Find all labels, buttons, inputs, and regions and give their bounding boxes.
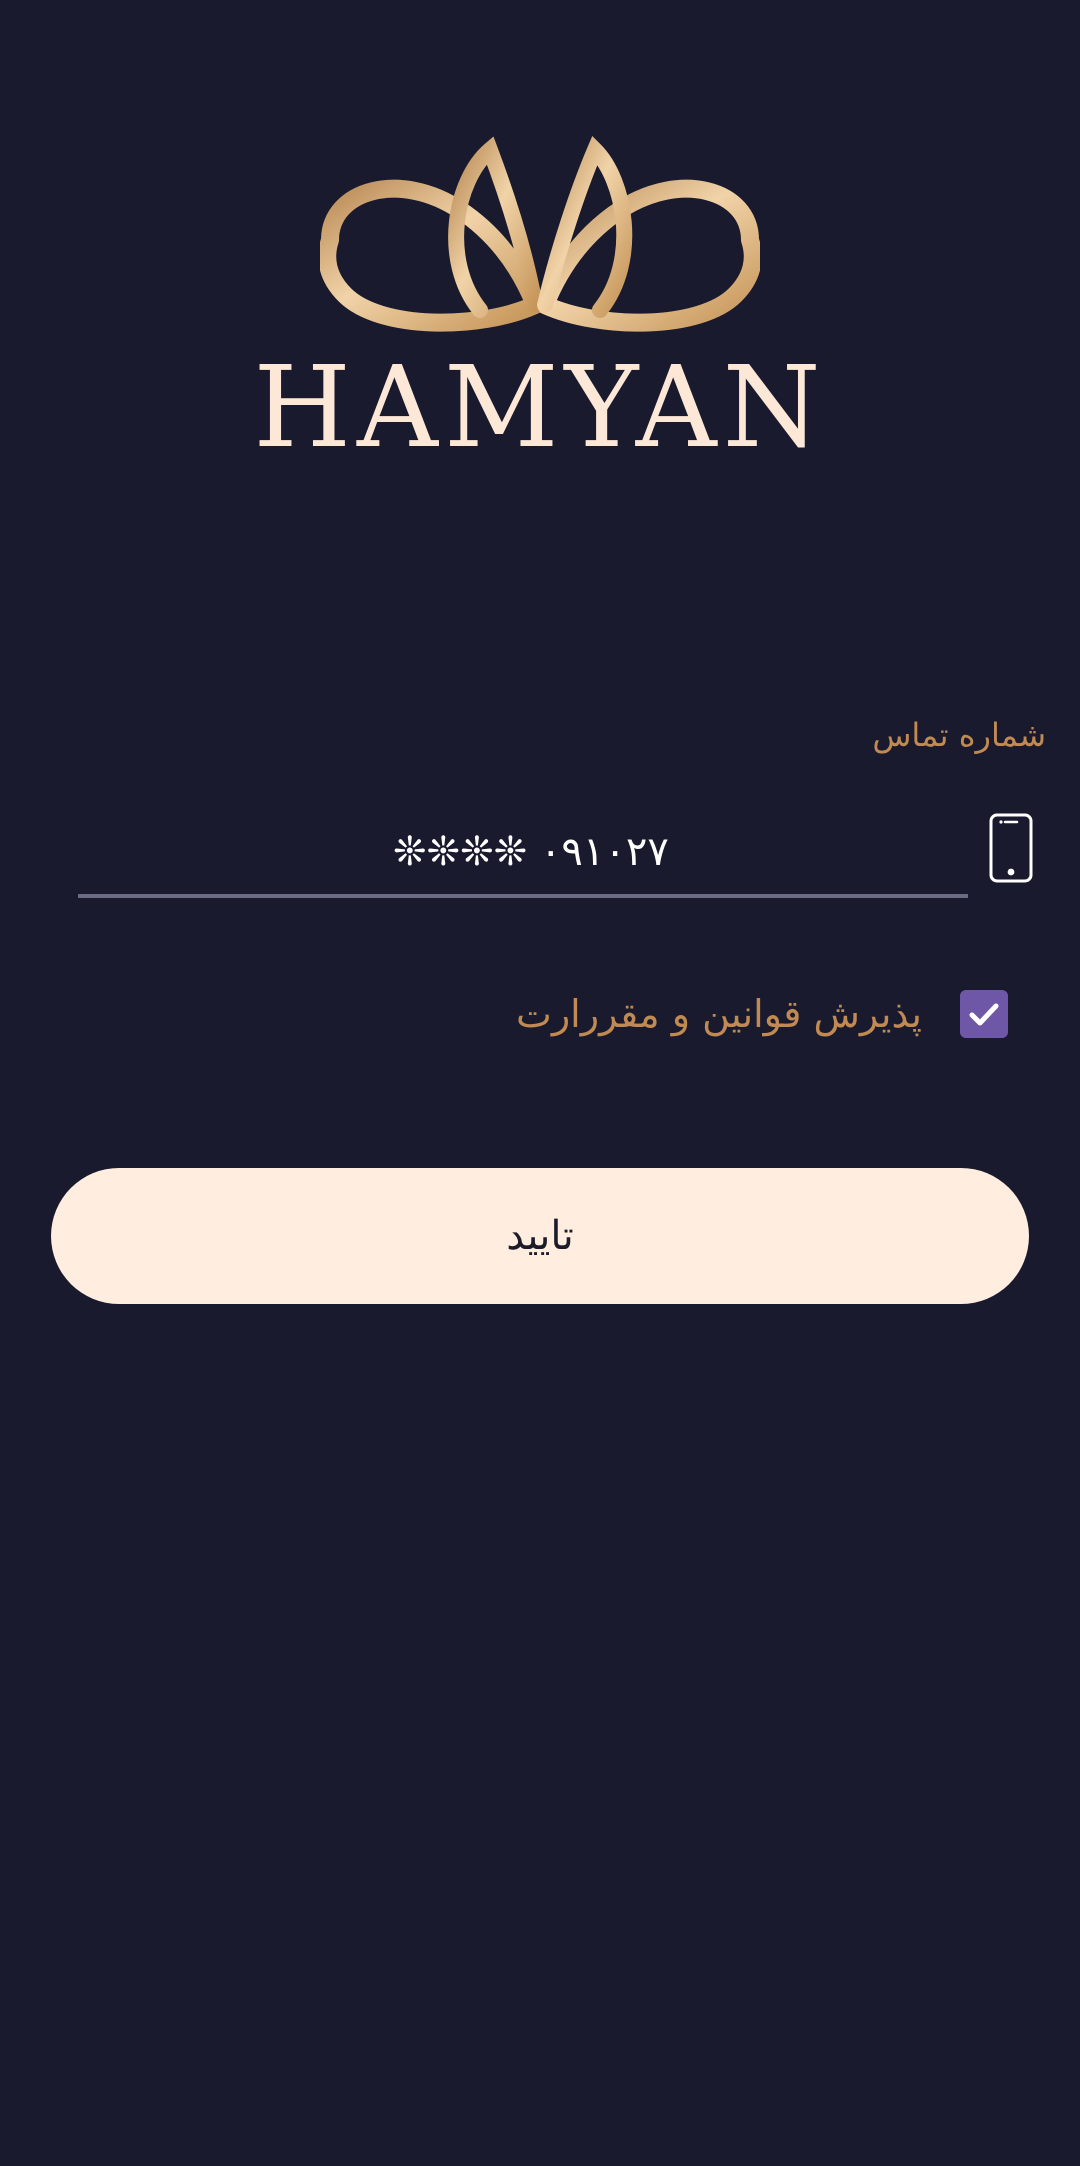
terms-checkbox[interactable] (960, 990, 1008, 1038)
phone-value: ۰۹۱۰۲۷ ❊❊❊❊ (393, 829, 669, 875)
terms-label[interactable]: پذیرش قوانین و مقررارت (516, 992, 922, 1036)
terms-row: پذیرش قوانین و مقررارت (516, 990, 1008, 1038)
submit-button[interactable]: تایید (51, 1168, 1029, 1304)
brand-logo: HAMYAN (0, 130, 1080, 510)
ribbon-lotus-icon (320, 135, 760, 332)
brand-wordmark: HAMYAN (253, 343, 827, 473)
phone-input[interactable]: ۰۹۱۰۲۷ ❊❊❊❊ (78, 810, 968, 898)
mobile-phone-icon (989, 813, 1033, 883)
phone-label: شماره تماس (872, 716, 1046, 754)
check-icon (969, 1003, 999, 1026)
